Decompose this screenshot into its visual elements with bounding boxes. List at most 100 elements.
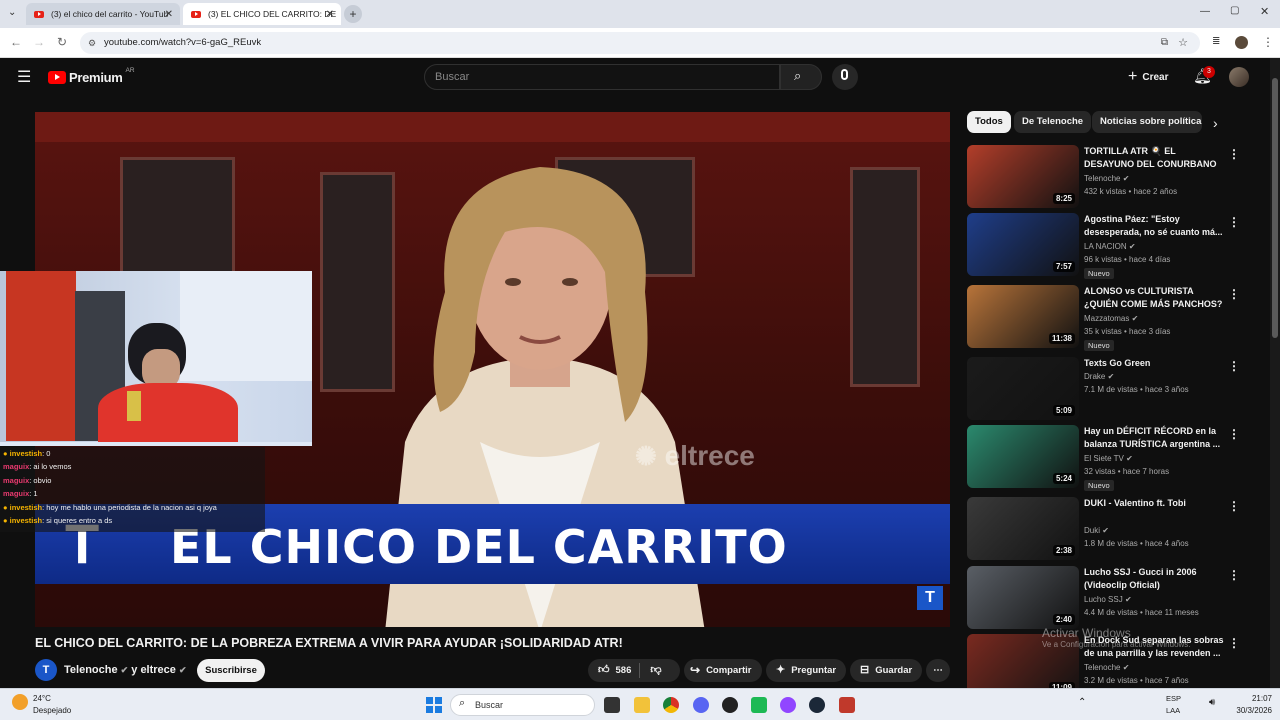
recommended-video[interactable]: 11:38 ALONSO vs CULTURISTA ¿QUIÉN COME MÁ… [967,285,1267,351]
close-tab-icon[interactable]: ✕ [165,9,173,20]
chip-next-chevron-icon[interactable]: › [1213,115,1218,131]
voice-search-button[interactable] [832,64,858,90]
video-thumbnail[interactable]: 7:57 [967,213,1079,276]
chrome-icon[interactable] [663,697,679,713]
minimize-window-icon[interactable]: — [1200,6,1210,17]
app-icon[interactable] [722,697,738,713]
browser-tab-1[interactable]: (3) el chico del carrito - YouTub ✕ [26,3,180,25]
recommended-channel[interactable]: Mazzatomas ✔ [1084,314,1138,323]
twitch-icon[interactable] [780,697,796,713]
recommended-title[interactable]: Hay un DÉFICIT RÉCORD en la balanza TURÍ… [1084,425,1224,451]
like-button[interactable]: 👍︎ 586 [588,659,639,682]
save-button[interactable]: ⊟ Guardar [850,659,922,682]
youtube-premium-logo[interactable]: Premium AR [48,67,135,85]
account-avatar[interactable] [1229,67,1249,87]
browser-tab-2-active[interactable]: (3) EL CHICO DEL CARRITO: DE ✕ [183,3,341,25]
recommended-channel[interactable]: Duki ✔ [1084,526,1109,535]
shelf-window [180,271,312,381]
task-view-icon[interactable] [604,697,620,713]
ask-button[interactable]: ✦ Preguntar [766,659,846,682]
video-thumbnail[interactable]: 11:38 [967,285,1079,348]
video-thumbnail[interactable]: 5:09 [967,357,1079,420]
subscribe-button[interactable]: Suscribirse [197,659,265,682]
chip-all[interactable]: Todos [967,111,1011,133]
recommended-video[interactable]: 2:40 Lucho SSJ - Gucci in 2006 (Videoclip… [967,566,1267,632]
more-options-icon[interactable]: ⋮ [1228,636,1240,650]
tab-list-dropdown-icon[interactable]: ⌄ [8,7,16,18]
steam-icon[interactable] [809,697,825,713]
recommended-title[interactable]: Lucho SSJ - Gucci in 2006 (Videoclip Ofi… [1084,566,1224,592]
back-arrow-icon[interactable]: ← [10,35,22,49]
forward-arrow-icon[interactable]: → [33,35,45,49]
search-button[interactable]: ⌕ [780,64,822,90]
windows-start-icon[interactable] [426,697,442,713]
more-actions-button[interactable]: ⋯ [926,659,950,682]
dislike-button[interactable]: 👎︎ [640,659,671,682]
clock-date[interactable]: 30/3/2026 [1228,706,1272,715]
reload-icon[interactable]: ↻ [57,35,67,49]
clock-time[interactable]: 21:07 [1232,694,1272,703]
taskbar-search-box[interactable]: ⌕ Buscar [450,694,595,716]
file-explorer-icon[interactable] [634,697,650,713]
more-options-icon[interactable]: ⋮ [1228,568,1240,582]
close-tab-icon[interactable]: ✕ [326,9,334,20]
bookmark-star-icon[interactable]: ☆ [1178,32,1188,54]
more-options-icon[interactable]: ⋮ [1228,427,1240,441]
recommended-video[interactable]: 5:24 Hay un DÉFICIT RÉCORD en la balanza … [967,425,1267,491]
channel-name[interactable]: Telenoche ✔ y eltrece ✔ [64,664,187,676]
url-field[interactable]: ⚙ youtube.com/watch?v=6-gaG_REuvk ⧉ ☆ [80,32,1200,54]
scrollbar-thumb[interactable] [1272,78,1278,338]
video-thumbnail[interactable]: 5:24 [967,425,1079,488]
weather-condition[interactable]: Despejado [33,706,71,715]
keyboard-layout[interactable]: LAA [1166,706,1180,715]
hamburger-menu-icon[interactable]: ☰ [17,67,31,87]
spotify-like-icon[interactable] [751,697,767,713]
tray-chevron-icon[interactable]: ⌃ [1078,697,1086,708]
weather-icon[interactable] [12,694,28,710]
share-button[interactable]: ↪ Compartir [684,659,762,682]
volume-icon[interactable]: 🔊︎ [1209,697,1215,708]
search-input[interactable]: Buscar [424,64,780,90]
weather-temperature[interactable]: 24°C [33,694,51,703]
install-app-icon[interactable]: ⧉ [1161,32,1168,54]
new-tab-button[interactable]: + [344,5,362,23]
recommended-channel[interactable]: LA NACION ✔ [1084,242,1136,251]
video-thumbnail[interactable]: 2:38 [967,497,1079,560]
maximize-window-icon[interactable]: ▢ [1230,5,1239,16]
recommended-title[interactable]: DUKI - Valentino ft. Tobi [1084,497,1224,510]
more-options-icon[interactable]: ⋮ [1228,215,1240,229]
browser-menu-icon[interactable]: ⋮ [1262,35,1274,49]
lang-code[interactable]: ESP [1166,694,1181,703]
site-info-icon[interactable]: ⚙ [88,32,96,54]
chip-politics-news[interactable]: Noticias sobre política [1092,111,1202,133]
recommended-title[interactable]: TORTILLA ATR 🍳 EL DESAYUNO DEL CONURBANO… [1084,145,1224,172]
video-thumbnail[interactable]: 8:25 [967,145,1079,208]
recommended-channel[interactable]: Telenoche ✔ [1084,663,1129,672]
create-button[interactable]: + Crear [1128,65,1168,89]
recommended-channel[interactable]: Telenoche ✔ [1084,174,1129,183]
recommended-channel[interactable]: Drake ✔ [1084,372,1114,381]
video-thumbnail[interactable]: 2:40 [967,566,1079,629]
recommended-video[interactable]: 5:09 Texts Go Green Drake ✔ 7.1 M de vistas… [967,357,1267,423]
reading-list-icon[interactable]: ≣ [1212,36,1220,47]
recommended-title[interactable]: Agostina Páez: "Estoy desesperada, no sé… [1084,213,1224,239]
recommended-video[interactable]: 8:25 TORTILLA ATR 🍳 EL DESAYUNO DEL CONUR… [967,145,1267,211]
close-window-icon[interactable]: ✕ [1260,5,1269,18]
chip-from-telenoche[interactable]: De Telenoche [1014,111,1092,133]
app-icon[interactable] [839,697,855,713]
recommended-channel[interactable]: Lucho SSJ ✔ [1084,595,1132,604]
verified-badge-icon: ✔ [1122,663,1130,672]
recommended-channel[interactable]: El Siete TV ✔ [1084,454,1133,463]
recommended-title[interactable]: Texts Go Green [1084,357,1224,370]
more-options-icon[interactable]: ⋮ [1228,499,1240,513]
recommended-video[interactable]: 7:57 Agostina Páez: "Estoy desesperada, n… [967,213,1267,279]
more-options-icon[interactable]: ⋮ [1228,287,1240,301]
recommended-title[interactable]: ALONSO vs CULTURISTA ¿QUIÉN COME MÁS PAN… [1084,285,1224,311]
discord-icon[interactable] [693,697,709,713]
page-scrollbar[interactable] [1270,58,1280,688]
channel-avatar[interactable]: T [35,659,57,681]
more-options-icon[interactable]: ⋮ [1228,359,1240,373]
more-options-icon[interactable]: ⋮ [1228,147,1240,161]
recommended-video[interactable]: 2:38 DUKI - Valentino ft. Tobi Duki ✔ 1.8 M… [967,497,1267,563]
profile-avatar[interactable] [1235,36,1248,49]
